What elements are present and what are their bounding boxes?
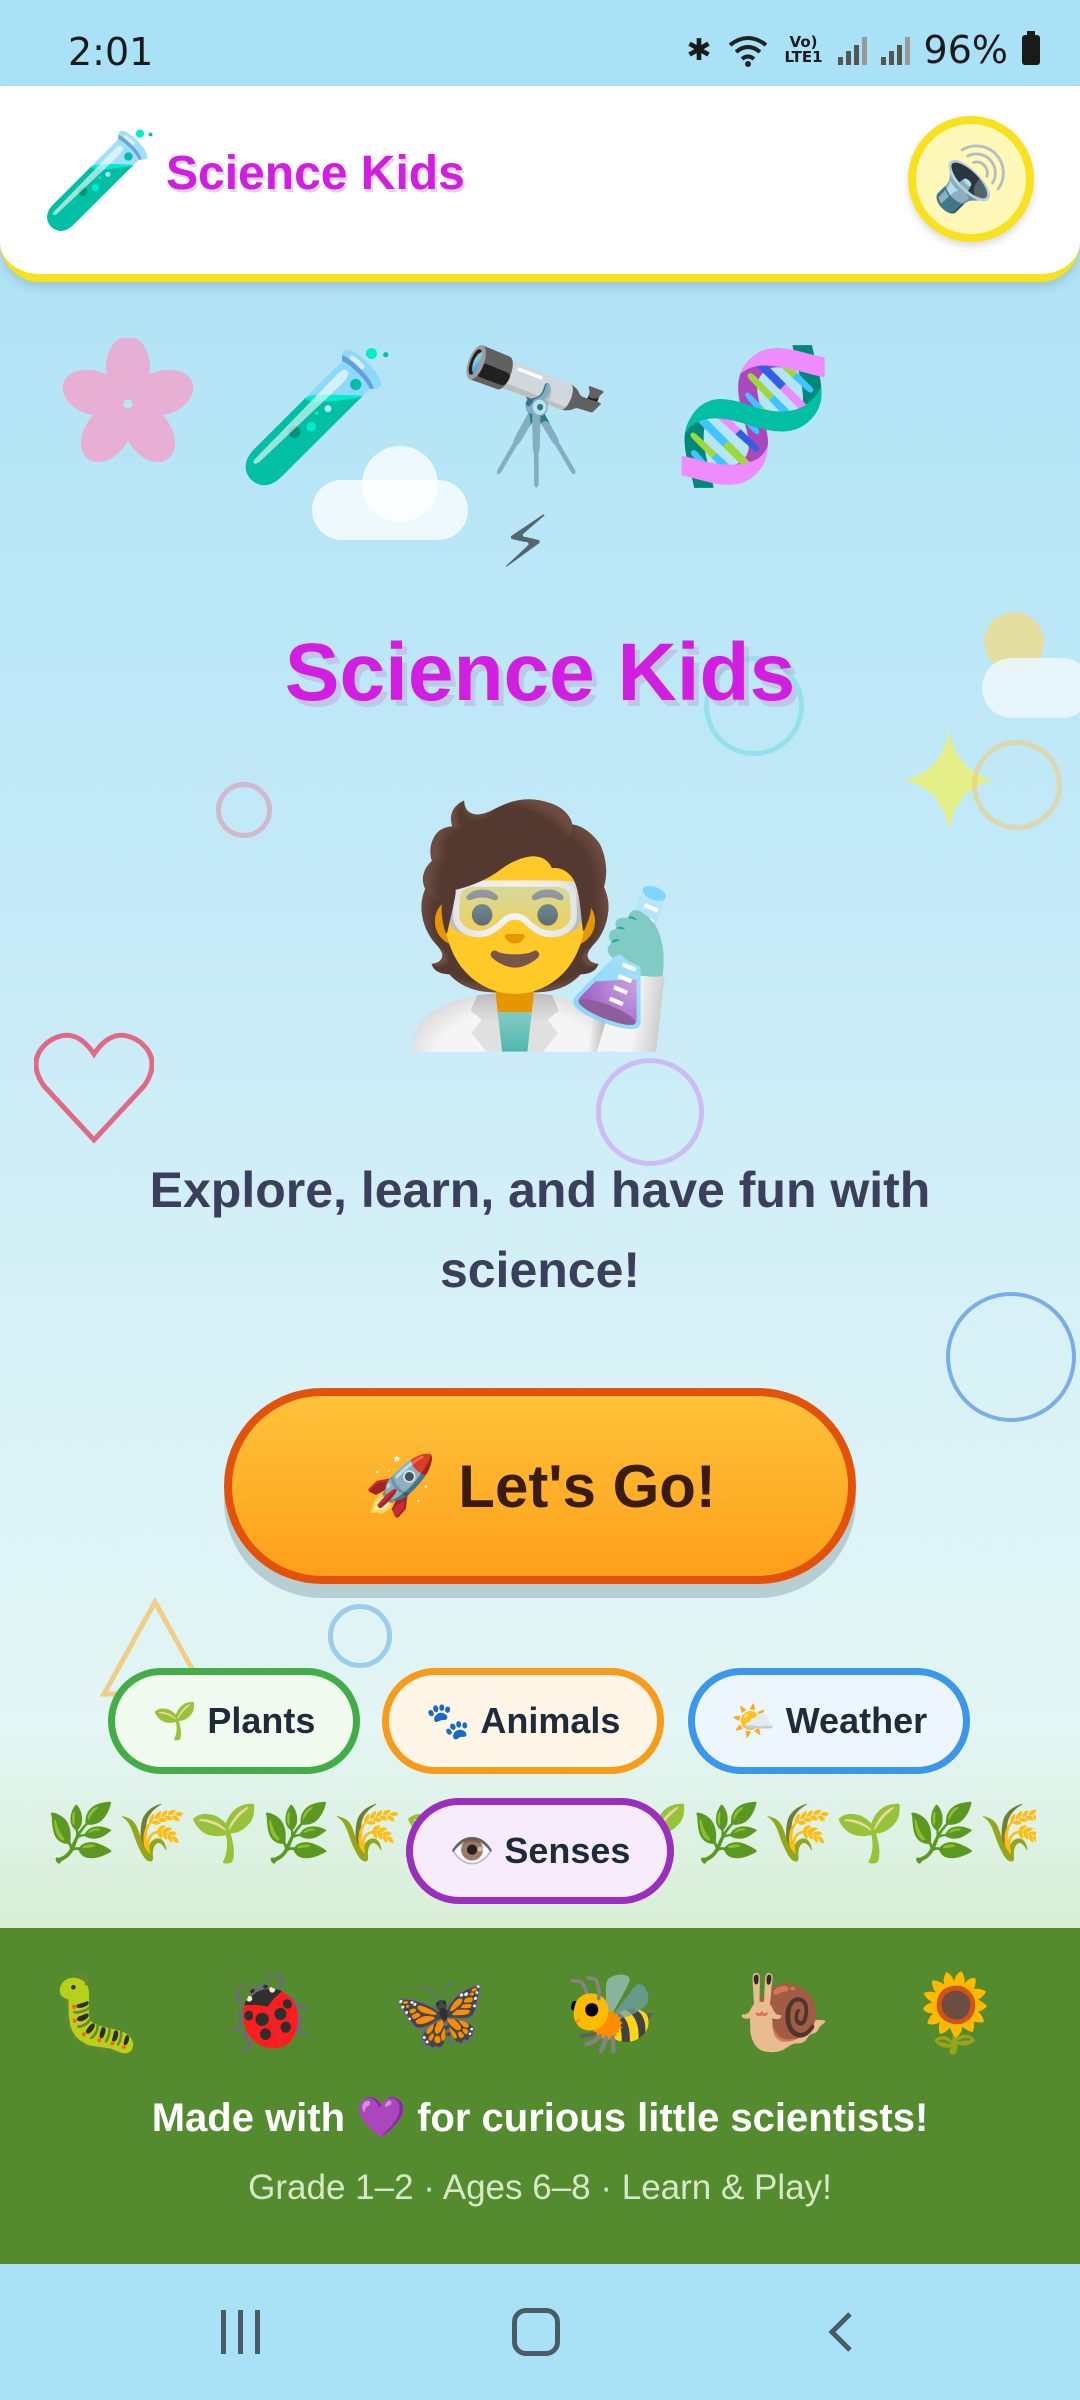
- test-tube-logo-icon: 🧪: [40, 127, 160, 234]
- hero-science-icons: 🧪 🔭 🧬: [0, 340, 1080, 493]
- bubble-decoration: [946, 1292, 1076, 1422]
- system-navigation-bar: [0, 2264, 1080, 2400]
- bee-icon: 🐝: [564, 1971, 688, 2056]
- critters-row: 🐛 🐞 🦋 🐝 🐌 🌻: [0, 1968, 1080, 2058]
- rocket-icon: 🚀: [364, 1453, 437, 1518]
- back-button[interactable]: [822, 2312, 862, 2352]
- topic-senses-button[interactable]: 👁️ Senses: [406, 1798, 674, 1904]
- bluetooth-icon: ✱: [686, 32, 712, 68]
- eye-icon: 👁️: [449, 1830, 495, 1871]
- status-bar: 2:01 ✱ Vo) LTE1 96%: [0, 0, 1080, 86]
- recents-button[interactable]: [210, 2302, 270, 2362]
- wifi-icon: [728, 36, 767, 67]
- topic-label: Animals: [480, 1700, 621, 1741]
- butterfly-icon: 🦋: [392, 1971, 516, 2056]
- sunflower-icon: 🌻: [908, 1971, 1031, 2056]
- speaker-icon: 🔊: [932, 144, 1010, 214]
- lightning-decoration-icon: ⚡: [500, 503, 551, 583]
- lets-go-label: Let's Go!: [458, 1452, 716, 1520]
- scientist-mascot-icon: 🧑‍🔬: [396, 796, 684, 1053]
- bubble-decoration: [328, 1604, 392, 1668]
- status-icons: ✱ Vo) LTE1 96%: [686, 28, 1040, 72]
- grade-info-text: Grade 1–2 · Ages 6–8 · Learn & Play!: [248, 2168, 832, 2207]
- page-title: Science Kids: [284, 627, 796, 718]
- signal-icon: [837, 35, 867, 65]
- lte-label: Vo) LTE1: [784, 33, 823, 66]
- battery-percent: 96%: [923, 28, 1008, 72]
- seedling-icon: 🌱: [152, 1700, 198, 1741]
- lets-go-button[interactable]: 🚀 Let's Go!: [224, 1388, 856, 1584]
- sun-behind-cloud-icon: 🌤️: [730, 1700, 776, 1741]
- made-with-text: Made with 💜 for curious little scientist…: [151, 2096, 929, 2140]
- dna-icon: 🧬: [672, 343, 844, 489]
- topic-weather-button[interactable]: 🌤️ Weather: [688, 1668, 970, 1774]
- signal-icon-2: [880, 35, 910, 65]
- status-time: 2:01: [68, 30, 154, 74]
- caterpillar-icon: 🐛: [49, 1971, 172, 2056]
- topic-plants-button[interactable]: 🌱 Plants: [108, 1668, 360, 1774]
- topic-label: Plants: [207, 1700, 316, 1741]
- topic-label: Weather: [785, 1700, 928, 1741]
- snail-icon: 🐌: [736, 1971, 859, 2056]
- paw-prints-icon: 🐾: [425, 1700, 471, 1741]
- app-header: 🧪 Science Kids 🔊: [0, 86, 1080, 282]
- ladybug-icon: 🐞: [221, 1971, 344, 2056]
- battery-icon: [1022, 31, 1040, 65]
- tagline: Explore, learn, and have fun with scienc…: [149, 1162, 931, 1298]
- topic-animals-button[interactable]: 🐾 Animals: [382, 1668, 664, 1774]
- home-button[interactable]: [512, 2308, 560, 2356]
- topic-label: Senses: [504, 1830, 631, 1871]
- telescope-icon: 🔭: [454, 343, 626, 489]
- test-tube-icon: 🧪: [236, 343, 408, 489]
- sound-toggle-button[interactable]: 🔊: [908, 116, 1034, 242]
- footer: 🐛 🐞 🦋 🐝 🐌 🌻 Made with 💜 for curious litt…: [0, 1928, 1080, 2264]
- app-title: Science Kids: [166, 147, 465, 200]
